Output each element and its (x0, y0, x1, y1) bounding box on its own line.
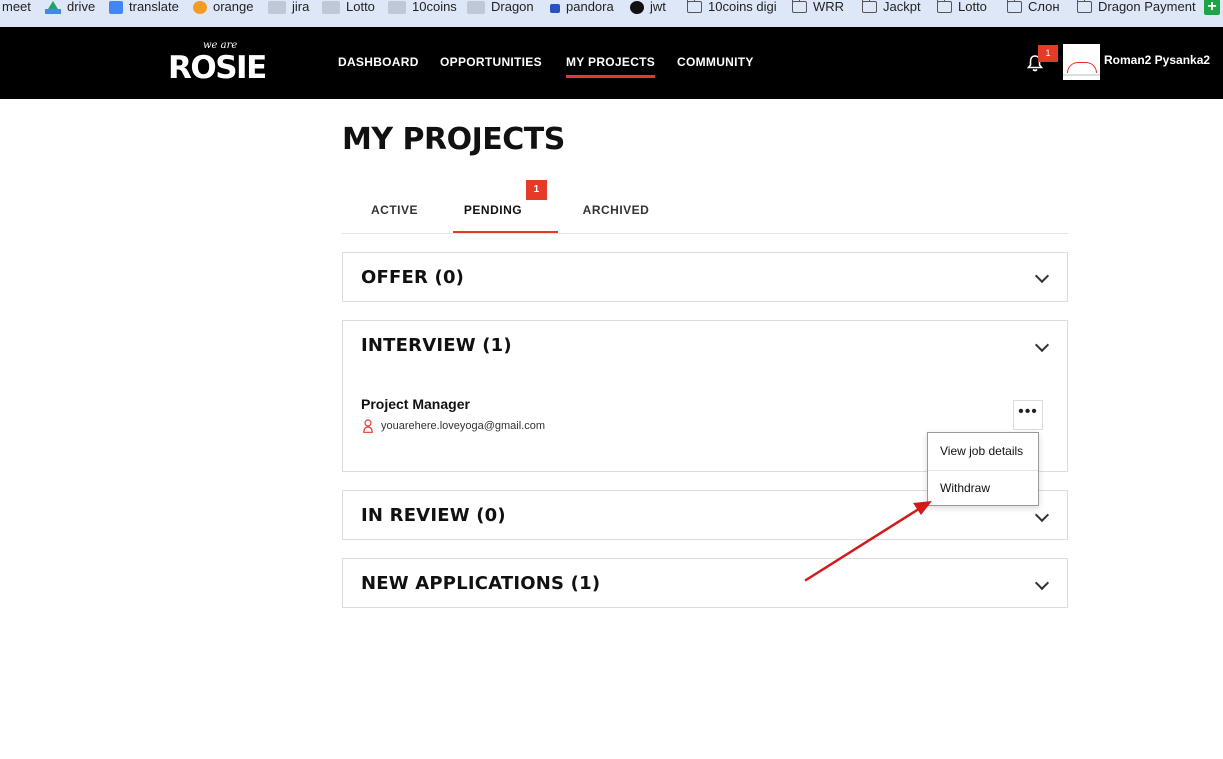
folder-icon (1076, 0, 1092, 13)
bookmark-pandora[interactable]: pandora (550, 0, 614, 14)
lock-icon (550, 4, 560, 13)
chevron-down-icon[interactable] (1034, 268, 1050, 284)
bookmark-lotto[interactable]: Lotto (322, 0, 375, 14)
bookmark-meet[interactable]: meet (2, 0, 31, 14)
folder-icon (861, 0, 877, 13)
bookmarks-bar: meet drive translate orange jira Lotto 1… (0, 0, 1223, 28)
bookmark-jwt[interactable]: jwt (630, 0, 666, 14)
bookmark-10coins-digi[interactable]: 10coins digi (686, 0, 777, 14)
more-options-button[interactable]: ••• (1013, 400, 1043, 430)
tab-active[interactable]: ACTIVE (342, 190, 447, 233)
folder-icon (936, 0, 952, 13)
jira-icon (322, 0, 340, 14)
tab-pending[interactable]: PENDING1 (453, 180, 558, 233)
menu-item-view-job-details[interactable]: View job details (940, 444, 1023, 458)
orange-icon (193, 0, 207, 14)
chevron-down-icon[interactable] (1034, 337, 1050, 353)
page-title: MY PROJECTS (342, 122, 565, 157)
bookmark-lotto-folder[interactable]: Lotto (936, 0, 987, 14)
drive-icon (45, 0, 61, 14)
menu-divider (928, 470, 1038, 471)
offer-section-title: OFFER (0) (361, 267, 465, 288)
jwt-icon (630, 0, 644, 14)
nav-dashboard[interactable]: DASHBOARD (338, 55, 419, 69)
person-icon (363, 419, 373, 433)
bookmark-translate[interactable]: translate (109, 0, 179, 14)
folder-icon (686, 0, 702, 13)
options-dropdown: View job details Withdraw (927, 432, 1039, 506)
bookmark-slon[interactable]: Слон (1006, 0, 1060, 14)
job-title[interactable]: Project Manager (361, 396, 470, 412)
pending-count-badge: 1 (526, 180, 548, 200)
jira-icon (388, 0, 406, 14)
bookmark-dragon[interactable]: Dragon (467, 0, 534, 14)
notification-badge: 1 (1038, 45, 1058, 62)
rosie-logo[interactable]: ROSIE (168, 52, 267, 84)
applicant-email: youarehere.loveyoga@gmail.com (381, 420, 546, 432)
translate-icon (109, 0, 123, 14)
bookmark-extra[interactable]: + (1204, 0, 1223, 15)
in-review-section-title: IN REVIEW (0) (361, 505, 506, 526)
interview-section-title[interactable]: INTERVIEW (1) (361, 335, 512, 356)
site-header: we are ROSIE DASHBOARD OPPORTUNITIES MY … (0, 27, 1223, 99)
bookmark-orange[interactable]: orange (193, 0, 253, 14)
bookmark-10coins[interactable]: 10coins (388, 0, 457, 14)
nav-my-projects[interactable]: MY PROJECTS (566, 55, 656, 78)
bookmark-jira[interactable]: jira (268, 0, 309, 14)
bookmark-jackpt[interactable]: Jackpt (861, 0, 921, 14)
jira-icon (268, 0, 286, 14)
chevron-down-icon[interactable] (1034, 507, 1050, 523)
offer-section[interactable]: OFFER (0) (342, 252, 1068, 302)
bookmark-wrr[interactable]: WRR (791, 0, 844, 14)
bookmark-drive[interactable]: drive (45, 0, 95, 14)
new-applications-section-title: NEW APPLICATIONS (1) (361, 573, 601, 594)
new-applications-section[interactable]: NEW APPLICATIONS (1) (342, 558, 1068, 608)
nav-opportunities[interactable]: OPPORTUNITIES (440, 55, 542, 69)
menu-item-withdraw[interactable]: Withdraw (940, 481, 990, 495)
project-tabs: ACTIVE PENDING1 ARCHIVED (342, 180, 1068, 234)
chevron-down-icon[interactable] (1034, 575, 1050, 591)
folder-icon (791, 0, 807, 13)
header-overflow-icon: ⋮ (1218, 53, 1223, 67)
user-name[interactable]: Roman2 Pysanka2 (1104, 53, 1210, 67)
jira-icon (467, 0, 485, 14)
plus-icon: + (1204, 0, 1220, 15)
folder-icon (1006, 0, 1022, 13)
avatar[interactable] (1063, 44, 1100, 80)
tab-archived[interactable]: ARCHIVED (568, 190, 664, 233)
bookmark-dragon-payment[interactable]: Dragon Payment (1076, 0, 1196, 14)
nav-community[interactable]: COMMUNITY (677, 55, 754, 69)
